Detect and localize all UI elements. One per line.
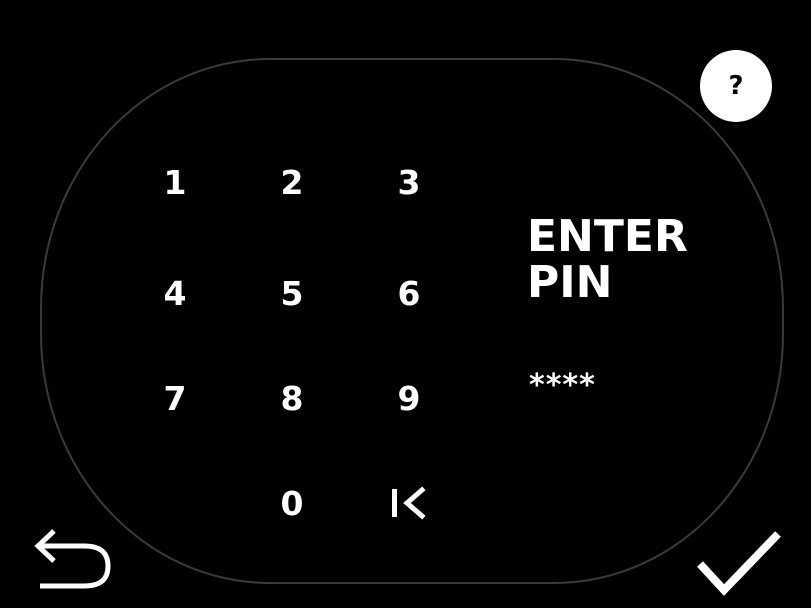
backspace-icon (392, 486, 426, 520)
back-arrow-icon (34, 529, 111, 589)
back-button[interactable] (24, 526, 116, 596)
title-line-2: PIN (527, 257, 613, 308)
key-4[interactable]: 4 (140, 263, 210, 323)
help-button[interactable]: ? (700, 50, 772, 122)
pin-entry-screen: ? 1 2 3 4 5 6 7 8 9 0 ENTER PIN **** (0, 0, 811, 608)
key-3[interactable]: 3 (374, 152, 444, 212)
key-5[interactable]: 5 (257, 263, 327, 323)
key-6[interactable]: 6 (374, 263, 444, 323)
key-0[interactable]: 0 (257, 473, 327, 533)
enter-pin-title: ENTER PIN (527, 214, 688, 306)
title-line-1: ENTER (527, 211, 688, 262)
key-8[interactable]: 8 (257, 368, 327, 428)
checkmark-icon (697, 531, 781, 596)
key-7[interactable]: 7 (140, 368, 210, 428)
backspace-button[interactable] (374, 473, 444, 533)
key-2[interactable]: 2 (257, 152, 327, 212)
help-icon: ? (728, 71, 744, 101)
pin-display: **** (529, 368, 596, 403)
key-9[interactable]: 9 (374, 368, 444, 428)
confirm-button[interactable] (690, 522, 786, 602)
key-1[interactable]: 1 (140, 152, 210, 212)
